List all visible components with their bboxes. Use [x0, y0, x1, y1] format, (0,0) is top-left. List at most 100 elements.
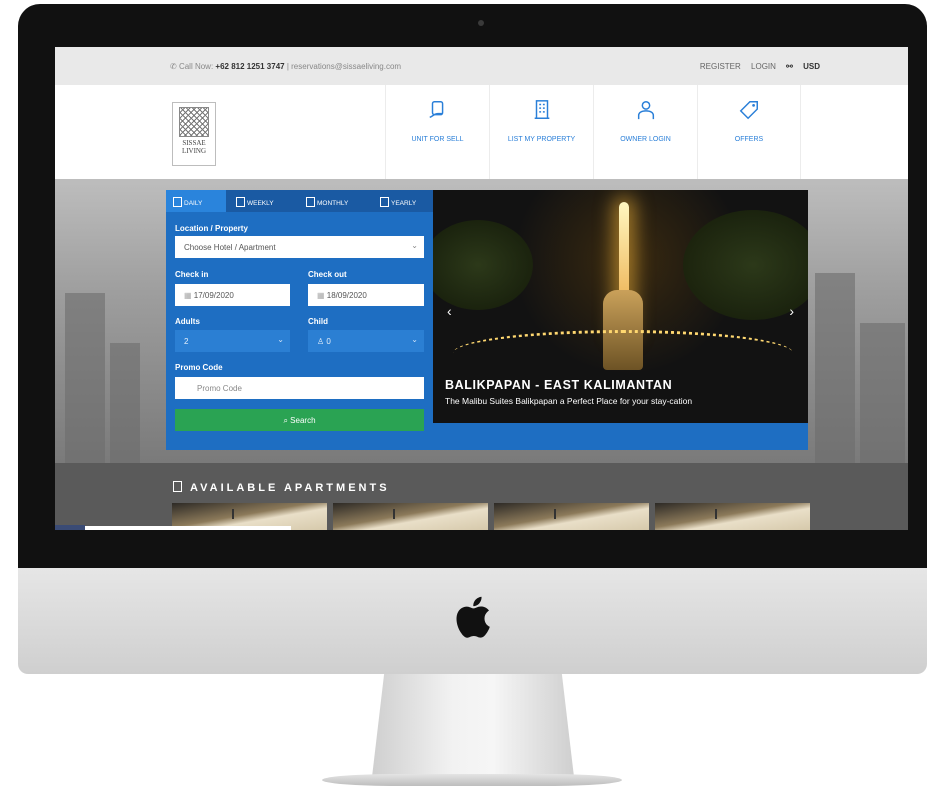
adults-select[interactable]: 2 ⌄	[175, 330, 290, 352]
calendar-icon	[380, 197, 389, 207]
building-icon	[534, 100, 549, 119]
apartment-card[interactable]	[333, 503, 488, 530]
slider-footer	[433, 423, 808, 450]
checkout-date-field[interactable]: ▦ 18/09/2020	[308, 284, 424, 306]
currency-selector[interactable]: ⚯ USD	[786, 62, 820, 71]
calendar-icon	[173, 197, 182, 207]
prev-slide-icon[interactable]: ‹	[447, 303, 452, 319]
apartment-card[interactable]	[655, 503, 810, 530]
site-logo[interactable]: SISSAE LIVING	[172, 102, 216, 166]
lights-arch	[453, 330, 793, 376]
chevron-down-icon: ⌄	[411, 335, 418, 344]
calendar-icon: ▦	[317, 291, 327, 300]
booking-form: DAILY WEEKLY MONTHLY YEARLY Location / P…	[166, 190, 433, 450]
apartment-card[interactable]	[494, 503, 649, 530]
nav-offers[interactable]: OFFERS	[697, 85, 801, 179]
location-label: Location / Property	[175, 224, 248, 233]
tab-label: MONTHLY	[317, 200, 349, 207]
hero-slider: ‹ › BALIKPAPAN - EAST KALIMANTAN The Mal…	[433, 190, 808, 423]
slide-subtitle: The Malibu Suites Balikpapan a Perfect P…	[445, 396, 693, 406]
taskbar-fragment	[85, 526, 291, 530]
monitor-stand-base	[322, 774, 622, 786]
slide-caption: BALIKPAPAN - EAST KALIMANTAN The Malibu …	[445, 378, 692, 406]
nav-label: OFFERS	[734, 136, 764, 143]
adults-label: Adults	[175, 317, 200, 326]
person-icon: ♙	[317, 337, 327, 346]
tag-icon	[739, 101, 758, 120]
search-button[interactable]: ⌕ Search	[175, 409, 424, 431]
separator: |	[286, 62, 289, 71]
child-select[interactable]: ♙ 0 ⌄	[308, 330, 424, 352]
adults-value: 2	[184, 337, 189, 346]
currency-label: USD	[803, 62, 820, 71]
imac-mockup: ✆ Call Now: +62 812 1251 3747 | reservat…	[0, 0, 927, 792]
hero-building	[860, 323, 905, 463]
nav-unit-for-sell[interactable]: UNIT FOR SELL	[385, 85, 489, 179]
tab-daily[interactable]: DAILY	[166, 190, 226, 212]
nav-list-my-property[interactable]: LIST MY PROPERTY	[489, 85, 593, 179]
tab-weekly[interactable]: WEEKLY	[230, 190, 296, 212]
lamp	[715, 509, 717, 519]
location-value: Choose Hotel / Apartment	[184, 243, 276, 252]
apple-logo-icon	[456, 596, 490, 638]
building-icon	[173, 481, 182, 492]
hero-building	[110, 343, 140, 463]
logo-text-line2: LIVING	[181, 147, 207, 155]
tab-label: WEEKLY	[247, 200, 274, 207]
website-screen: ✆ Call Now: +62 812 1251 3747 | reservat…	[55, 47, 908, 530]
child-value: 0	[326, 337, 331, 346]
phone-number[interactable]: +62 812 1251 3747	[215, 62, 284, 71]
site-header: SISSAE LIVING UNIT FOR SELL LIST MY PROP…	[55, 85, 908, 179]
taskbar-fragment	[55, 525, 85, 530]
checkin-date-field[interactable]: ▦ 17/09/2020	[175, 284, 290, 306]
login-link[interactable]: LOGIN	[751, 62, 776, 71]
search-label: Search	[290, 416, 316, 425]
hero-building	[65, 293, 105, 463]
logo-text-line1: SISSAE	[182, 139, 206, 147]
lamp	[393, 509, 395, 519]
next-slide-icon[interactable]: ›	[789, 303, 794, 319]
nav-owner-login[interactable]: OWNER LOGIN	[593, 85, 697, 179]
tab-monthly[interactable]: MONTHLY	[300, 190, 370, 212]
checkin-value: 17/09/2020	[193, 291, 234, 300]
child-label: Child	[308, 317, 328, 326]
hand-card-icon	[428, 101, 443, 119]
tab-label: YEARLY	[391, 200, 417, 207]
section-title-text: AVAILABLE APARTMENTS	[190, 482, 390, 494]
lamp	[232, 509, 234, 519]
call-now-label: Call Now:	[178, 62, 214, 71]
location-select[interactable]: Choose Hotel / Apartment ⌄	[175, 236, 424, 258]
email-link[interactable]: reservations@sissaeliving.com	[291, 62, 401, 71]
nav-label: LIST MY PROPERTY	[507, 136, 576, 143]
logo-emblem-icon	[179, 107, 209, 137]
chevron-down-icon: ⌄	[411, 241, 418, 250]
calendar-icon: ▦	[184, 291, 194, 300]
promo-label: Promo Code	[175, 363, 223, 372]
booking-tabs: DAILY WEEKLY MONTHLY YEARLY	[166, 190, 433, 212]
hero-building	[815, 273, 855, 463]
monitor-stand	[372, 674, 574, 778]
nav-label: OWNER LOGIN	[620, 136, 671, 143]
contact-info: ✆ Call Now: +62 812 1251 3747 | reservat…	[170, 62, 401, 71]
camera-dot	[478, 20, 484, 26]
nav-label: UNIT FOR SELL	[411, 136, 464, 143]
section-title: AVAILABLE APARTMENTS	[173, 481, 390, 494]
register-link[interactable]: REGISTER	[700, 62, 741, 71]
phone-icon: ✆	[170, 62, 177, 71]
available-apartments-section: AVAILABLE APARTMENTS	[55, 463, 908, 530]
top-bar: ✆ Call Now: +62 812 1251 3747 | reservat…	[55, 47, 908, 85]
tab-label: DAILY	[184, 200, 203, 207]
lamp	[554, 509, 556, 519]
checkout-value: 18/09/2020	[326, 291, 367, 300]
chevron-down-icon: ⌄	[277, 335, 284, 344]
tab-yearly[interactable]: YEARLY	[376, 190, 433, 212]
checkin-label: Check in	[175, 270, 209, 279]
calendar-icon	[236, 197, 245, 207]
promo-placeholder: Promo Code	[197, 384, 242, 393]
checkout-label: Check out	[308, 270, 347, 279]
calendar-icon	[306, 197, 315, 207]
owner-icon	[637, 101, 654, 120]
promo-code-input[interactable]: Promo Code	[175, 377, 424, 399]
account-links: REGISTER LOGIN ⚯ USD	[692, 62, 820, 71]
slide-title: BALIKPAPAN - EAST KALIMANTAN	[445, 378, 673, 392]
